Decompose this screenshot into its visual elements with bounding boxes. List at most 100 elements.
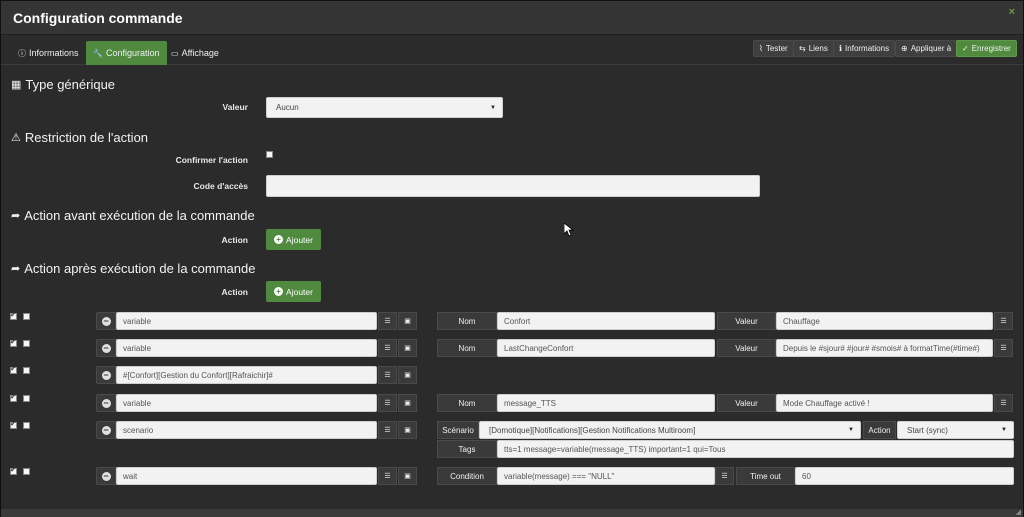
valeur-input[interactable]: Depuis le #sjour# #jour# #smois# à forma… <box>776 339 993 357</box>
nom-input[interactable]: Confort <box>497 312 715 330</box>
list-icon[interactable]: ☰ <box>994 312 1013 330</box>
command-input[interactable]: variable <box>116 394 377 412</box>
add-pre-action-button[interactable]: + Ajouter <box>266 229 321 250</box>
command-input[interactable]: variable <box>116 339 377 357</box>
monitor-icon: ▭ <box>171 48 179 58</box>
section-pre-exec: ➦ Action avant exécution de la commande <box>11 208 255 223</box>
cube-icon[interactable]: ▣ <box>398 467 417 485</box>
tester-button[interactable]: ⌇ Tester <box>753 40 794 57</box>
section-post-exec: ➦ Action après exécution de la commande <box>11 261 255 276</box>
timeout-label: Time out <box>736 467 795 485</box>
list-icon[interactable]: ☰ <box>378 339 397 357</box>
tab-affichage[interactable]: ▭ Affichage <box>164 41 226 65</box>
row-parallel-checkbox[interactable] <box>23 313 30 320</box>
cube-icon[interactable]: ▣ <box>398 366 417 384</box>
sign-out-icon: ➦ <box>11 210 21 222</box>
cube-icon[interactable]: ▣ <box>398 394 417 412</box>
nom-input[interactable]: message_TTS <box>497 394 715 412</box>
caret-down-icon: ▼ <box>848 427 854 433</box>
add-label: Ajouter <box>286 234 313 245</box>
row-parallel-checkbox[interactable] <box>23 340 30 347</box>
tab-label: Informations <box>29 48 79 58</box>
row-parallel-checkbox[interactable] <box>23 468 30 475</box>
timeout-input[interactable]: 60 <box>795 467 1014 485</box>
code-label: Code d'accès <box>193 181 248 191</box>
valeur-input[interactable]: Mode Chauffage activé ! <box>776 394 993 412</box>
row-enable-checkbox[interactable] <box>10 310 17 320</box>
close-icon[interactable]: × <box>1009 6 1015 18</box>
row-enable-checkbox[interactable] <box>10 337 17 347</box>
row-parallel-checkbox[interactable] <box>23 367 30 374</box>
check-circle-icon: ✓ <box>962 44 969 53</box>
command-input[interactable]: scenario <box>116 421 377 439</box>
list-icon[interactable]: ☰ <box>994 394 1013 412</box>
minus-circle-icon: − <box>101 315 111 326</box>
liens-button[interactable]: ⇆ Liens <box>793 40 834 57</box>
info-circle-icon: ⓘ <box>18 48 26 58</box>
row-enable-checkbox[interactable] <box>10 465 17 475</box>
informations-button[interactable]: ℹ Informations <box>833 40 896 57</box>
remove-row-button[interactable]: − <box>96 394 116 412</box>
list-icon[interactable]: ☰ <box>378 366 397 384</box>
access-code-input[interactable] <box>266 175 760 197</box>
plus-icon: + <box>274 235 284 244</box>
cube-icon[interactable]: ▣ <box>398 339 417 357</box>
list-icon[interactable]: ☰ <box>378 467 397 485</box>
condition-input[interactable]: variable(message) === "NULL" <box>497 467 715 485</box>
tab-configuration[interactable]: 🔧 Configuration <box>86 41 167 65</box>
action-label: Action <box>221 235 248 245</box>
remove-row-button[interactable]: − <box>96 467 116 485</box>
nom-input[interactable]: LastChangeConfort <box>497 339 715 357</box>
scenario-action-select[interactable]: Start (sync) ▼ <box>897 421 1014 439</box>
remove-row-button[interactable]: − <box>96 366 116 384</box>
command-config-dialog: Configuration commande × ⓘ Informations … <box>0 0 1024 517</box>
minus-circle-icon: − <box>101 470 111 481</box>
enregistrer-button[interactable]: ✓ Enregistrer <box>956 40 1017 57</box>
list-icon[interactable]: ☰ <box>378 421 397 439</box>
row-enable-checkbox[interactable] <box>10 419 17 429</box>
confirm-checkbox[interactable] <box>266 151 273 158</box>
enregistrer-label: Enregistrer <box>971 44 1011 53</box>
list-icon[interactable]: ☰ <box>994 339 1013 357</box>
resize-handle-icon[interactable]: ◢ <box>1016 508 1021 516</box>
valeur-label: Valeur <box>717 312 776 330</box>
section-generic-type: ▦ Type générique <box>11 77 115 92</box>
plus-circle-icon: ⊕ <box>901 44 908 53</box>
list-icon[interactable]: ☰ <box>715 467 734 485</box>
tab-informations[interactable]: ⓘ Informations <box>11 41 86 65</box>
select-value: Aucun <box>276 103 299 112</box>
link-icon: ⇆ <box>799 44 806 53</box>
list-icon[interactable]: ☰ <box>378 394 397 412</box>
remove-row-button[interactable]: − <box>96 312 116 330</box>
action-label: Action <box>221 287 248 297</box>
horizontal-scrollbar[interactable]: ◢ <box>1 509 1023 517</box>
action-label: Action <box>863 421 896 439</box>
add-post-action-button[interactable]: + Ajouter <box>266 281 321 302</box>
add-label: Ajouter <box>286 286 313 297</box>
command-input[interactable]: variable <box>116 312 377 330</box>
tags-input[interactable]: tts=1 message=variable(message_TTS) impo… <box>497 440 1014 458</box>
section-title: Restriction de l'action <box>24 130 149 145</box>
command-input[interactable]: #[Confort][Gestion du Confort][Rafraichi… <box>116 366 377 384</box>
generic-type-select[interactable]: Aucun ▼ <box>266 97 503 118</box>
row-enable-checkbox[interactable] <box>10 364 17 374</box>
remove-row-button[interactable]: − <box>96 339 116 357</box>
caret-down-icon: ▼ <box>1001 427 1007 433</box>
warning-icon: ⚠ <box>11 132 21 144</box>
valeur-input[interactable]: Chauffage <box>776 312 993 330</box>
cube-icon[interactable]: ▣ <box>398 312 417 330</box>
row-parallel-checkbox[interactable] <box>23 422 30 429</box>
section-title: Type générique <box>25 77 116 92</box>
row-parallel-checkbox[interactable] <box>23 395 30 402</box>
list-icon[interactable]: ☰ <box>378 312 397 330</box>
row-enable-checkbox[interactable] <box>10 392 17 402</box>
informations-label: Informations <box>845 44 890 53</box>
remove-row-button[interactable]: − <box>96 421 116 439</box>
valeur-label: Valeur <box>717 394 776 412</box>
appliquer-button[interactable]: ⊕ Appliquer à <box>895 40 958 57</box>
tester-label: Tester <box>765 44 788 53</box>
scenario-select[interactable]: [Domotique][Notifications][Gestion Notif… <box>479 421 861 439</box>
cube-icon[interactable]: ▣ <box>398 421 417 439</box>
command-input[interactable]: wait <box>116 467 377 485</box>
condition-label: Condition <box>437 467 497 485</box>
